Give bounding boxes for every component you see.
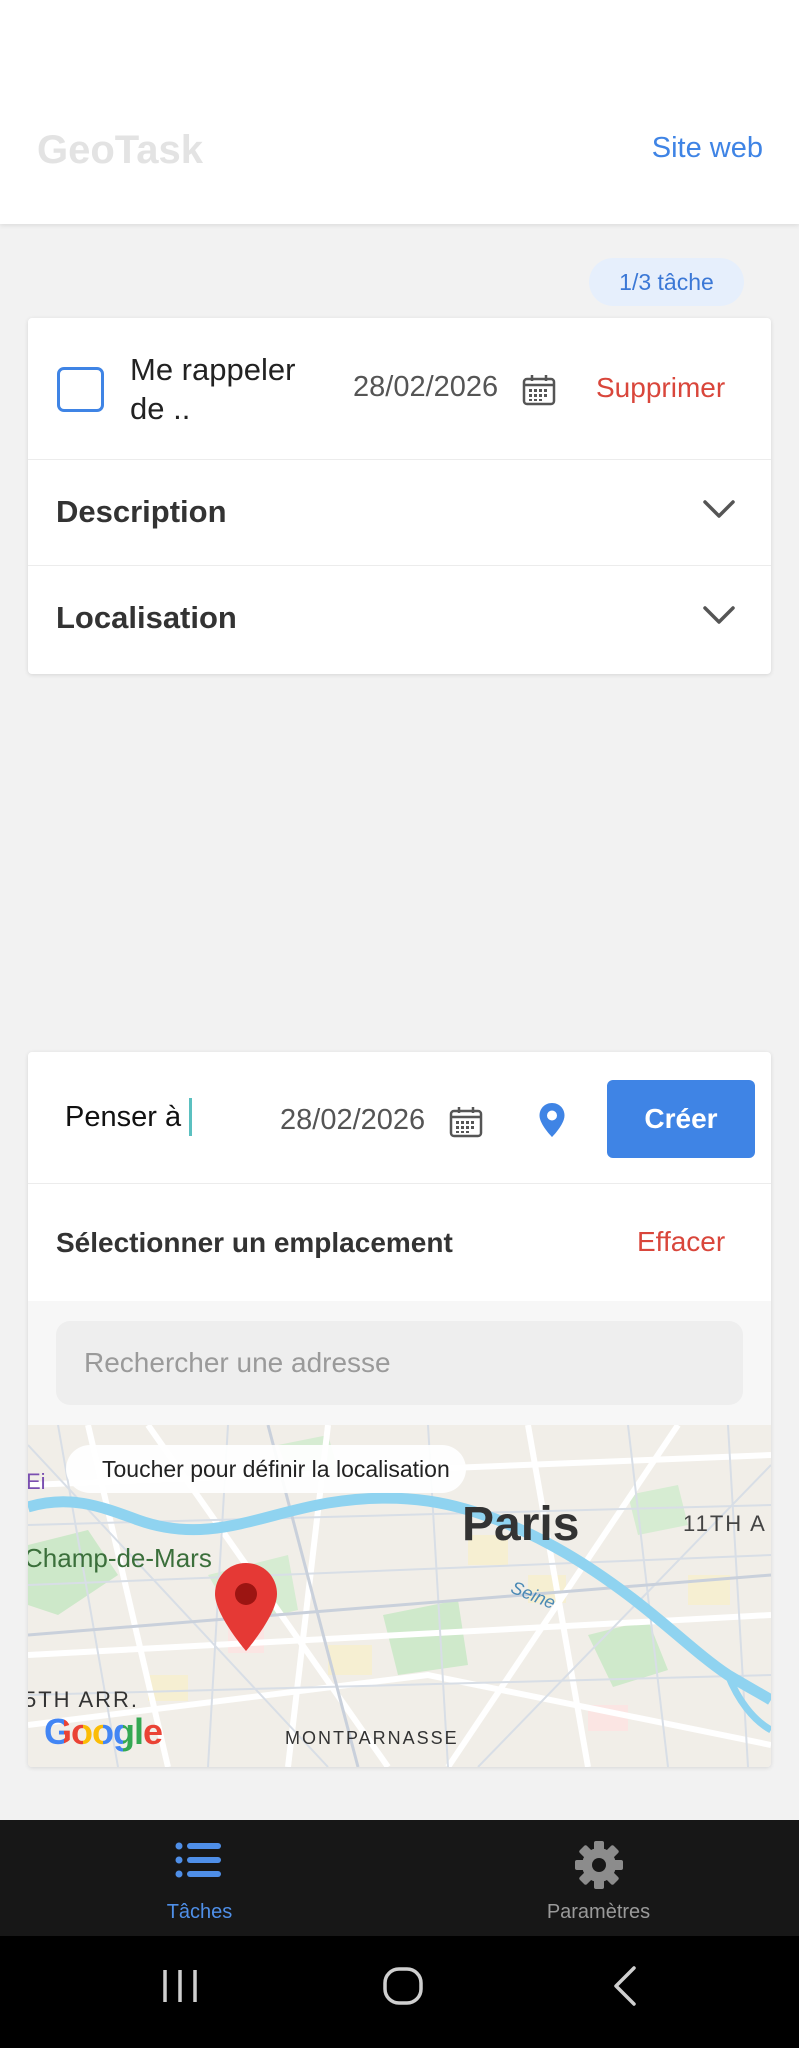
task-checkbox[interactable] (57, 367, 104, 412)
map-label-champ-de-mars: Champ-de-Mars (28, 1543, 212, 1573)
map-tooltip: Toucher pour définir la localisation (66, 1445, 466, 1493)
task-card: Me rappeler de .. 28/02/2026 Supprimer D… (28, 318, 771, 674)
nav-tab-settings[interactable]: Paramètres (399, 1820, 798, 1936)
delete-task-button[interactable]: Supprimer (596, 372, 725, 404)
calendar-icon[interactable] (449, 1106, 483, 1143)
bottom-navigation: Tâches Paramètres (0, 1820, 799, 1936)
map-label-11th: 11TH A (683, 1511, 767, 1536)
google-logo-text: Google (44, 1711, 163, 1752)
app-title: GeoTask (37, 128, 203, 172)
map-label-15th: 5TH ARR. (28, 1687, 140, 1712)
create-task-button[interactable]: Créer (607, 1080, 755, 1158)
location-picker-header: Sélectionner un emplacement Effacer (28, 1184, 771, 1301)
clear-location-button[interactable]: Effacer (637, 1226, 725, 1258)
chevron-down-icon (702, 604, 736, 631)
location-pin-icon[interactable] (538, 1102, 566, 1143)
map-label-paris: Paris (462, 1498, 580, 1551)
localisation-section-toggle[interactable]: Localisation (28, 566, 771, 672)
new-task-row: Penser à 28/02/2026 Créer (28, 1052, 771, 1184)
map-label-eiffel: Ei (28, 1469, 46, 1494)
description-label: Description (56, 494, 227, 529)
back-icon[interactable] (610, 1964, 640, 2013)
site-web-link[interactable]: Site web (652, 132, 763, 165)
location-map[interactable]: Paris 11TH A Champ-de-Mars Seine 5TH ARR… (28, 1425, 771, 1767)
map-label-montparnasse: MONTPARNASSE (285, 1728, 459, 1748)
address-search-container (28, 1301, 771, 1425)
address-search-input[interactable] (56, 1321, 743, 1405)
task-date[interactable]: 28/02/2026 (353, 371, 498, 404)
recent-apps-icon[interactable] (160, 1964, 200, 2013)
calendar-icon[interactable] (522, 374, 556, 411)
nav-tab-tasks-label: Tâches (166, 1901, 233, 1923)
map-marker-icon[interactable] (212, 1561, 280, 1658)
chevron-down-icon (702, 498, 736, 525)
task-count-badge: 1/3 tâche (589, 258, 744, 306)
location-picker-title: Sélectionner un emplacement (56, 1227, 453, 1258)
app-header: GeoTask Site web (0, 0, 799, 224)
nav-tab-tasks[interactable]: Tâches (0, 1820, 399, 1936)
home-icon[interactable] (381, 1964, 425, 2013)
new-task-card: Penser à 28/02/2026 Créer Sélectionner u… (28, 1052, 771, 1767)
google-attribution: Google (44, 1711, 163, 1753)
description-section-toggle[interactable]: Description (28, 460, 771, 566)
new-task-input[interactable]: Penser à (65, 1098, 193, 1136)
system-navigation-bar (0, 1936, 799, 2048)
new-task-date[interactable]: 28/02/2026 (280, 1104, 425, 1137)
gear-icon (574, 1840, 624, 1895)
task-row: Me rappeler de .. 28/02/2026 Supprimer (28, 318, 771, 460)
task-title[interactable]: Me rappeler de .. (130, 350, 320, 428)
nav-tab-settings-label: Paramètres (546, 1901, 651, 1923)
localisation-label: Localisation (56, 600, 237, 635)
list-icon (175, 1840, 223, 1885)
